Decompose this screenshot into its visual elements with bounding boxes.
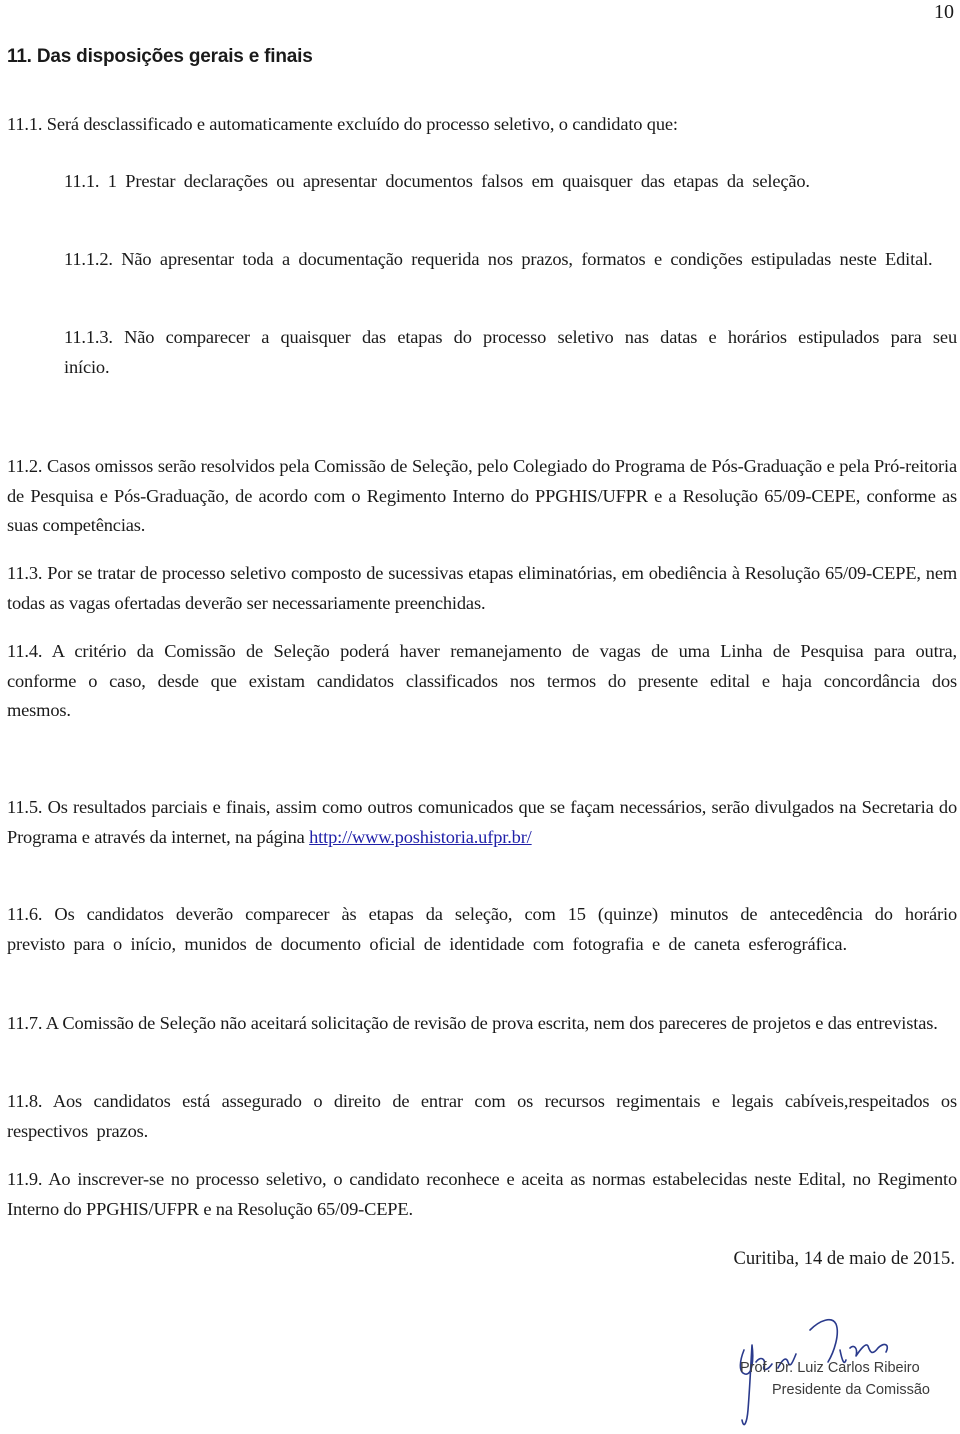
clause-11-1: 11.1. Será desclassificado e automaticam… [7,114,678,134]
clause-11-5: 11.5. Os resultados parciais e finais, a… [7,793,957,852]
clause-11-1-1: 11.1. 1 Prestar declarações ou apresenta… [64,171,810,191]
page-number: 10 [934,1,954,23]
signer-role: Presidente da Comissão [772,1382,930,1398]
program-website-link[interactable]: http://www.poshistoria.ufpr.br/ [309,827,532,847]
clause-11-3: 11.3. Por se tratar de processo seletivo… [7,563,957,613]
clause-11-8: 11.8. Aos candidatos está assegurado o d… [7,1091,957,1141]
clause-11-1-2: 11.1.2. Não apresentar toda a documentaç… [64,249,933,269]
section-title: 11. Das disposições gerais e finais [7,46,313,67]
clause-11-4: 11.4. A critério da Comissão de Seleção … [7,641,957,720]
clause-11-1-3: 11.1.3. Não comparecer a quaisquer das e… [64,327,957,377]
signature-block: Prof. Dr. Luiz Carlos Ribeiro Presidente… [700,1290,960,1434]
clause-11-7: 11.7. A Comissão de Seleção não aceitará… [7,1013,938,1033]
date-line: Curitiba, 14 de maio de 2015. [733,1248,955,1269]
clause-11-6: 11.6. Os candidatos deverão comparecer à… [7,904,957,954]
clause-11-2: 11.2. Casos omissos serão resolvidos pel… [7,456,957,535]
clause-11-9: 11.9. Ao inscrever-se no processo seleti… [7,1169,957,1219]
signer-name: Prof. Dr. Luiz Carlos Ribeiro [740,1360,920,1376]
